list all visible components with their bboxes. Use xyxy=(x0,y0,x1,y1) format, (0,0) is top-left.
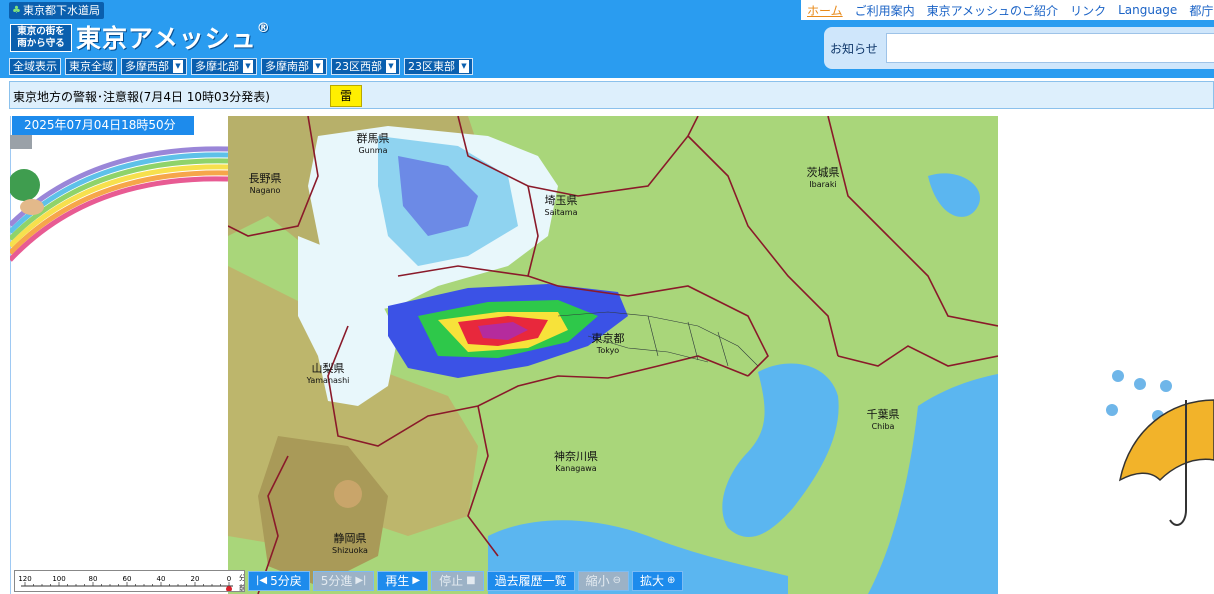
area-label: 23区西部 xyxy=(335,60,382,73)
button-label: 停止 xyxy=(439,574,464,588)
dropdown-arrow-icon[interactable]: ▼ xyxy=(173,60,183,73)
rainbow-illustration xyxy=(10,135,228,262)
tree-icon: ♣ xyxy=(12,5,21,16)
scale-tick-label: 0 xyxy=(227,575,231,583)
play-button[interactable]: 再生 ▶ xyxy=(377,571,429,591)
label-chiba: 千葉県 xyxy=(867,407,900,421)
playback-controls: 120100806040200 分 前 |◀5分戻 5分進▶| 再生▶ 停止■ … xyxy=(14,570,684,592)
label-gunma: 群馬県 xyxy=(357,131,390,145)
registered-mark: ® xyxy=(256,21,271,36)
zoom-out-button[interactable]: 縮小 ⊖ xyxy=(577,571,630,591)
notice-box[interactable] xyxy=(886,33,1214,63)
area-label: 23区東部 xyxy=(408,60,455,73)
button-label: 過去履歴一覧 xyxy=(494,574,567,588)
org-name: 東京都下水道局 xyxy=(22,4,100,17)
history-list-button[interactable]: 過去履歴一覧 xyxy=(486,571,575,591)
play-icon: ▶ xyxy=(412,575,421,586)
forward-5min-button[interactable]: 5分進 ▶| xyxy=(312,571,375,591)
label-tokyo-en: Tokyo xyxy=(596,346,620,355)
label-ibaraki-en: Ibaraki xyxy=(809,180,836,189)
label-yamanashi: 山梨県 xyxy=(312,361,345,375)
skip-forward-icon: ▶| xyxy=(355,575,367,586)
mt-fuji xyxy=(334,480,362,508)
label-saitama-en: Saitama xyxy=(545,208,578,217)
site-header: ♣ 東京都下水道局 東京の街を 雨から守る 東京アメッシュ® ホーム ご利用案内… xyxy=(0,0,1214,78)
dropdown-arrow-icon[interactable]: ▼ xyxy=(459,60,469,73)
area-23-west-button[interactable]: 23区西部 ▼ xyxy=(331,58,400,75)
button-label: 縮小 xyxy=(585,574,610,588)
button-label: 5分戻 xyxy=(270,574,302,588)
notice-label: お知らせ xyxy=(830,42,878,56)
area-tama-south-button[interactable]: 多摩南部 ▼ xyxy=(261,58,327,75)
dropdown-arrow-icon[interactable]: ▼ xyxy=(313,60,323,73)
rain-radar-map[interactable]: 群馬県 Gunma 長野県 Nagano 埼玉県 Saitama 茨城県 Iba… xyxy=(228,116,998,594)
dropdown-arrow-icon[interactable]: ▼ xyxy=(386,60,396,73)
earth-icon xyxy=(10,169,40,201)
area-tokyo-button[interactable]: 東京全域 xyxy=(65,58,117,75)
label-saitama: 埼玉県 xyxy=(545,193,578,207)
zoom-in-icon: ⊕ xyxy=(667,575,676,586)
site-title-text: 東京アメッシュ xyxy=(76,24,257,53)
area-23-east-button[interactable]: 23区東部 ▼ xyxy=(404,58,473,75)
slogan-logo[interactable]: 東京の街を 雨から守る xyxy=(10,24,72,52)
nav-language[interactable]: Language xyxy=(1112,3,1183,17)
label-nagano: 長野県 xyxy=(249,172,282,185)
slogan-line-2: 雨から守る xyxy=(17,38,65,49)
label-gunma-en: Gunma xyxy=(358,146,387,155)
zoom-out-icon: ⊖ xyxy=(612,575,622,586)
label-ibaraki: 茨城県 xyxy=(807,165,840,179)
area-tama-west-button[interactable]: 多摩西部 ▼ xyxy=(121,58,187,75)
label-shizuoka-en: Shizuoka xyxy=(332,546,368,555)
area-label: 多摩西部 xyxy=(125,60,169,73)
warning-text[interactable]: 東京地方の警報･注意報(7月4日 10時03分発表) xyxy=(13,88,270,105)
scale-tick-label: 120 xyxy=(18,575,31,583)
button-label: 再生 xyxy=(385,574,410,588)
area-selector: 全域表示 東京全域 多摩西部 ▼ 多摩北部 ▼ 多摩南部 ▼ 23区西部 ▼ 23区東部… xyxy=(9,58,473,75)
back-5min-button[interactable]: |◀ 5分戻 xyxy=(248,571,310,591)
label-yamanashi-en: Yamanashi xyxy=(306,376,350,385)
scale-tick-label: 100 xyxy=(52,575,65,583)
notice-panel: お知らせ xyxy=(824,27,1214,69)
nav-about[interactable]: 東京アメッシュのご紹介 xyxy=(921,2,1064,19)
nav-home[interactable]: ホーム xyxy=(801,2,849,19)
umbrella-illustration xyxy=(1106,370,1214,526)
thunder-warning-tag[interactable]: 雷 xyxy=(330,85,362,107)
scale-unit-top: 分 xyxy=(239,573,245,582)
scale-unit-bottom: 前 xyxy=(239,583,245,592)
nav-links[interactable]: リンク xyxy=(1064,2,1112,19)
label-nagano-en: Nagano xyxy=(250,186,281,195)
area-label: 東京全域 xyxy=(69,60,113,73)
label-chiba-en: Chiba xyxy=(872,422,895,431)
scale-tick-label: 80 xyxy=(89,575,98,583)
current-position-marker[interactable] xyxy=(226,586,232,592)
site-title[interactable]: 東京アメッシュ® xyxy=(76,19,271,55)
scale-tick-label: 60 xyxy=(123,575,132,583)
timeline-scale[interactable]: 120 100 80 60 40 20 0 分 前 xyxy=(14,570,245,592)
stop-button[interactable]: 停止 ■ xyxy=(431,571,484,591)
area-label: 多摩北部 xyxy=(195,60,239,73)
scale-tick-label: 20 xyxy=(191,575,200,583)
scale-tick-label: 40 xyxy=(157,575,166,583)
zoom-in-button[interactable]: 拡大 ⊕ xyxy=(632,571,684,591)
label-kanagawa: 神奈川県 xyxy=(554,449,598,463)
slogan-line-1: 東京の街を xyxy=(17,26,65,37)
dropdown-arrow-icon[interactable]: ▼ xyxy=(243,60,253,73)
observation-timestamp: 2025年07月04日18時50分 xyxy=(12,116,194,135)
top-nav: ホーム ご利用案内 東京アメッシュのご紹介 リンク Language 都庁 xyxy=(801,0,1214,20)
warning-bar: 東京地方の警報･注意報(7月4日 10時03分発表) 雷 xyxy=(9,81,1214,109)
label-tokyo: 東京都 xyxy=(592,331,625,345)
org-badge[interactable]: ♣ 東京都下水道局 xyxy=(9,2,104,19)
stop-icon: ■ xyxy=(466,575,476,586)
nav-tocho[interactable]: 都庁 xyxy=(1183,2,1214,19)
area-label: 多摩南部 xyxy=(265,60,309,73)
label-kanagawa-en: Kanagawa xyxy=(555,464,597,473)
area-label: 全域表示 xyxy=(13,60,57,73)
skip-back-icon: |◀ xyxy=(256,575,268,586)
button-label: 5分進 xyxy=(320,574,353,588)
button-label: 拡大 xyxy=(640,574,665,588)
nav-guide[interactable]: ご利用案内 xyxy=(849,2,921,19)
area-all-button[interactable]: 全域表示 xyxy=(9,58,61,75)
label-shizuoka: 静岡県 xyxy=(334,531,367,545)
area-tama-north-button[interactable]: 多摩北部 ▼ xyxy=(191,58,257,75)
